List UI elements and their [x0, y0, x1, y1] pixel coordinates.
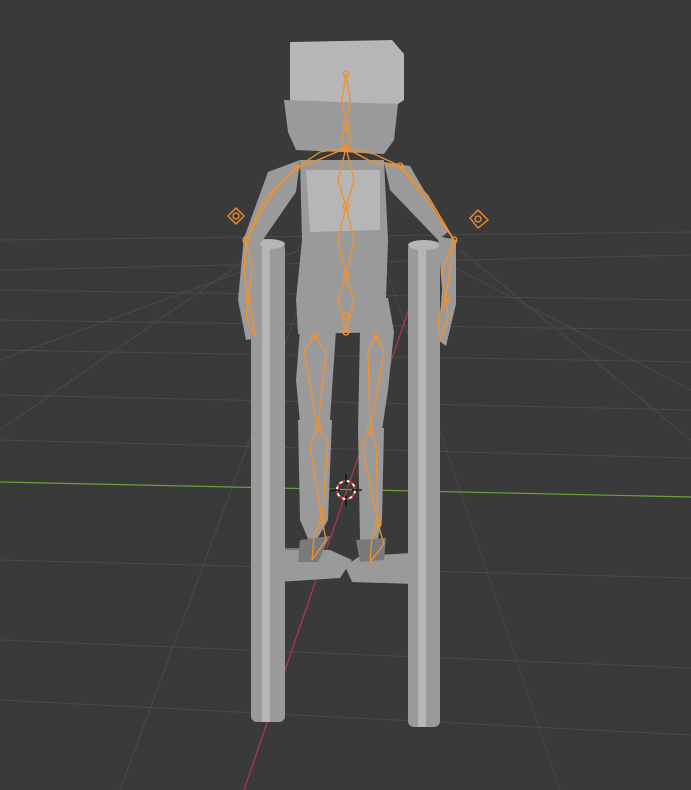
- viewport-canvas[interactable]: [0, 0, 691, 790]
- grid-line: [419, 249, 691, 391]
- bone-joint[interactable]: [232, 212, 240, 220]
- grid-line: [379, 249, 561, 790]
- left-thigh: [296, 330, 336, 422]
- bone-joint[interactable]: [474, 215, 482, 223]
- grid-line: [0, 249, 261, 431]
- grid-line: [0, 699, 691, 736]
- head-top: [290, 40, 404, 104]
- head-front: [284, 100, 398, 154]
- grid-line: [0, 394, 691, 411]
- right-thigh: [358, 332, 394, 430]
- torso-front: [306, 170, 380, 232]
- right-stilt-pole-top: [408, 240, 440, 250]
- grid-line: [0, 439, 691, 459]
- right-elbow-pole-target[interactable]: [469, 209, 489, 229]
- grid-line: [0, 349, 691, 363]
- left-elbow-pole-target[interactable]: [227, 207, 245, 225]
- grid-line: [459, 249, 691, 441]
- left-shin: [298, 420, 332, 548]
- right-stilt-pole-highlight: [418, 243, 426, 727]
- right-upper-arm: [384, 162, 448, 240]
- grid-line: [119, 249, 321, 790]
- left-stilt-pole-highlight: [262, 243, 270, 722]
- grid-line: [0, 639, 691, 669]
- 3d-viewport[interactable]: [0, 0, 691, 790]
